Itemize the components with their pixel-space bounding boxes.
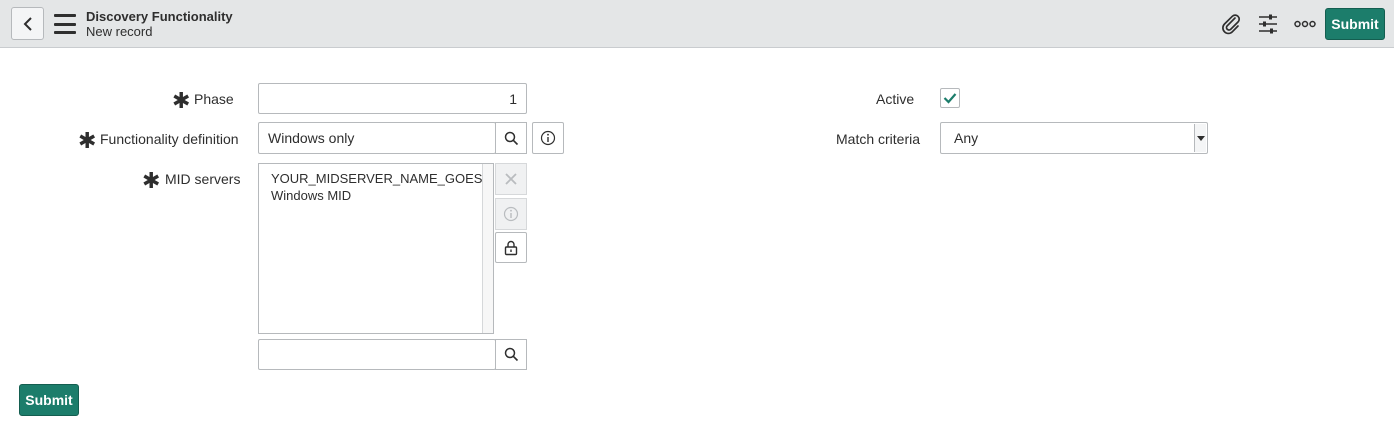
title-block: Discovery Functionality New record: [86, 9, 233, 39]
match-criteria-label: Match criteria: [836, 131, 921, 147]
info-icon: [540, 130, 556, 146]
unlock-mid-servers-button[interactable]: [495, 232, 527, 263]
scrollbar[interactable]: [482, 164, 493, 333]
functionality-definition-value: Windows only: [268, 130, 355, 146]
sliders-icon: [1259, 14, 1277, 34]
remove-mid-server-button[interactable]: [495, 163, 527, 195]
attachment-button[interactable]: [1218, 11, 1244, 37]
functionality-lookup-button[interactable]: [495, 122, 527, 154]
active-label: Active: [876, 91, 915, 107]
mid-servers-list[interactable]: YOUR_MIDSERVER_NAME_GOES_HERE Windows MI…: [258, 163, 494, 334]
required-marker: ✱: [142, 168, 161, 193]
paperclip-icon: [1222, 14, 1241, 35]
page-title: Discovery Functionality: [86, 9, 233, 24]
menu-icon[interactable]: [54, 14, 76, 34]
chevron-left-icon: [23, 16, 32, 31]
required-marker: ✱: [172, 88, 191, 113]
form-header: Discovery Functionality New record Submi…: [0, 0, 1394, 48]
search-icon: [504, 347, 518, 362]
submit-button[interactable]: Submit: [19, 384, 79, 416]
mid-servers-label: MID servers: [165, 171, 241, 187]
more-options-button[interactable]: [1292, 11, 1318, 37]
match-criteria-value: Any: [954, 130, 979, 146]
functionality-info-button[interactable]: [532, 122, 564, 154]
mid-server-lookup-button[interactable]: [495, 339, 527, 370]
match-criteria-select[interactable]: Any: [940, 122, 1208, 154]
mid-server-search-input[interactable]: [258, 339, 496, 370]
close-icon: [505, 173, 517, 185]
phase-label: Phase: [194, 91, 234, 107]
info-icon: [503, 206, 519, 222]
list-item[interactable]: Windows MID: [259, 187, 493, 204]
back-button[interactable]: [11, 7, 44, 40]
mid-server-info-button[interactable]: [495, 198, 527, 230]
phase-value: 1: [509, 90, 517, 107]
search-icon: [504, 131, 518, 145]
phase-input[interactable]: 1: [258, 83, 527, 114]
header-submit-button[interactable]: Submit: [1325, 8, 1385, 40]
active-checkbox[interactable]: [940, 88, 960, 108]
more-icon: [1294, 20, 1316, 28]
checkmark-icon: [943, 93, 957, 104]
required-marker: ✱: [78, 128, 97, 153]
list-item[interactable]: YOUR_MIDSERVER_NAME_GOES_HERE: [259, 170, 493, 187]
functionality-definition-label: Functionality definition: [100, 131, 239, 147]
chevron-down-icon: [1196, 135, 1205, 141]
page-subtitle: New record: [86, 24, 153, 39]
select-arrow: [1194, 124, 1206, 152]
unlock-icon: [504, 240, 518, 255]
functionality-definition-input[interactable]: Windows only: [258, 122, 496, 154]
personalize-button[interactable]: [1255, 11, 1281, 37]
